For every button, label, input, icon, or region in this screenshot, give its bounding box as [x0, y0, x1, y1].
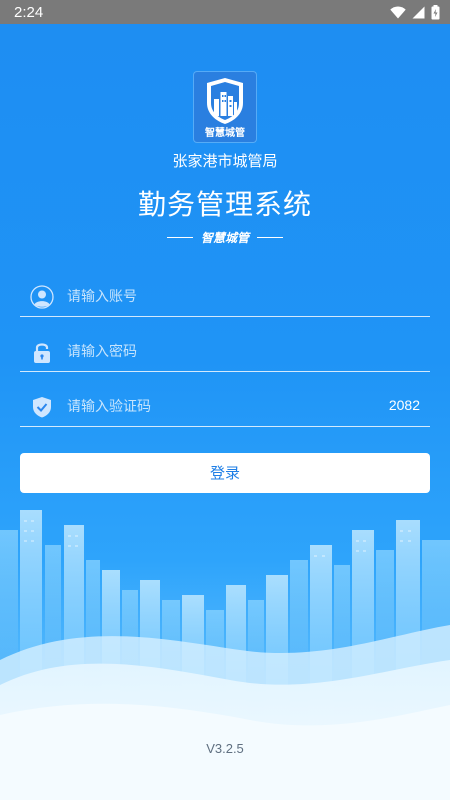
- status-time: 2:24: [14, 3, 44, 21]
- password-input[interactable]: [65, 338, 389, 366]
- shield-icon: [30, 395, 54, 419]
- account-input[interactable]: [65, 283, 389, 311]
- slogan-divider-right: [257, 237, 283, 238]
- status-icons: [390, 4, 440, 20]
- slogan-row: 智慧城管: [0, 229, 450, 246]
- app-logo: 智慧城管: [194, 72, 256, 142]
- wifi-icon: [390, 5, 406, 19]
- org-name: 张家港市城管局: [172, 152, 278, 170]
- user-icon: [30, 285, 54, 309]
- status-bar: 2:24: [0, 0, 450, 24]
- battery-icon: [431, 4, 440, 20]
- captcha-field: 2082: [20, 387, 430, 427]
- slogan: 智慧城管: [200, 231, 249, 245]
- app-version: V3.2.5: [206, 741, 244, 756]
- lock-icon: [30, 340, 54, 364]
- slogan-divider-left: [166, 237, 193, 238]
- signal-icon: [412, 6, 425, 19]
- captcha-input[interactable]: [65, 393, 369, 421]
- login-button[interactable]: 登录: [20, 453, 430, 493]
- logo-caption: 智慧城管: [205, 128, 245, 139]
- app-title: 勤务管理系统: [137, 188, 312, 221]
- captcha-code[interactable]: 2082: [389, 397, 420, 413]
- account-field: [20, 277, 430, 317]
- login-screen: 2:24 智慧城管 张家港市城管局 勤务管理系统 智慧城管 请输入账号 请输入验…: [0, 0, 450, 800]
- password-field: [20, 332, 430, 372]
